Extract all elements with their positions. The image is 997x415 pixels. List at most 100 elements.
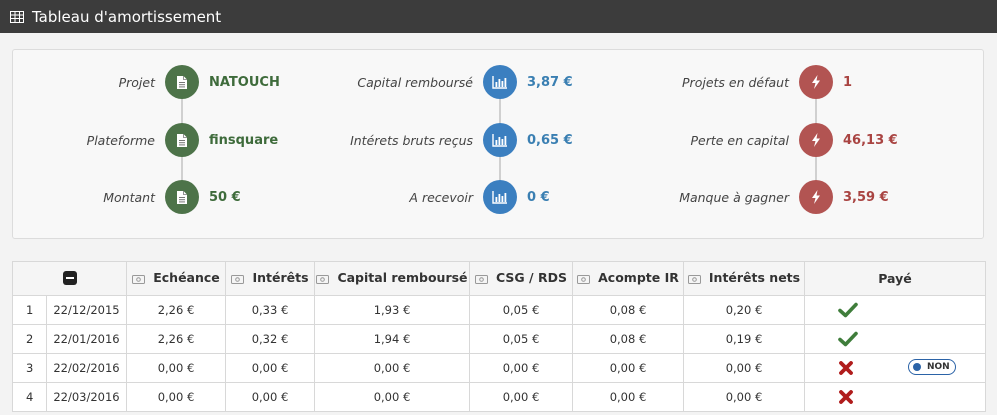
money-icon: [132, 272, 146, 287]
cross-icon: [838, 360, 854, 379]
row-number: 3: [12, 353, 47, 383]
paid-toggle[interactable]: NON: [908, 359, 956, 375]
row-interets: 0,33 €: [225, 295, 315, 325]
row-date: 22/03/2016: [46, 382, 127, 412]
summary-label: Projets en défaut: [682, 75, 789, 90]
page-title: Tableau d'amortissement: [32, 7, 222, 26]
summary-value: 0,65 €: [527, 133, 573, 148]
table-row: 1 22/12/2015 2,26 € 0,33 € 1,93 € 0,05 €…: [12, 295, 986, 325]
table-row: 4 22/03/2016 0,00 € 0,00 € 0,00 € 0,00 €…: [12, 382, 986, 412]
bar-chart-icon: [483, 123, 517, 157]
row-capital: 0,00 €: [314, 353, 470, 383]
check-icon: [838, 302, 858, 321]
summary-value: finsquare: [209, 133, 279, 148]
summary-value: 50 €: [209, 190, 241, 205]
summary-item: Projets en défaut 1: [647, 65, 971, 101]
row-paye: NON: [804, 353, 986, 383]
money-icon: [475, 272, 489, 287]
lightning-icon: [799, 123, 833, 157]
check-icon: [838, 331, 858, 350]
summary-label: Capital remboursé: [357, 75, 473, 90]
row-echeance: 2,26 €: [126, 295, 226, 325]
lightning-icon: [799, 65, 833, 99]
header-acompte[interactable]: Acompte IR: [572, 261, 684, 296]
summary-label: Perte en capital: [690, 133, 790, 148]
summary-label: Plateforme: [86, 133, 155, 148]
header-echeance[interactable]: Echéance: [126, 261, 226, 296]
row-number: 2: [12, 324, 47, 354]
row-csg: 0,05 €: [469, 324, 573, 354]
summary-item: Manque à gagner 3,59 €: [647, 180, 971, 216]
document-icon: [165, 123, 199, 157]
cross-icon: [838, 389, 854, 408]
summary-label: Projet: [118, 75, 155, 90]
row-paye: [804, 295, 986, 325]
row-number: 4: [12, 382, 47, 412]
bar-chart-icon: [483, 180, 517, 214]
row-date: 22/01/2016: [46, 324, 127, 354]
summary-column-capital: Capital remboursé 3,87 € Intérets bruts …: [331, 50, 655, 240]
collapse-header: [12, 261, 127, 296]
summary-item: Perte en capital 46,13 €: [647, 123, 971, 159]
header-nets[interactable]: Intérêts nets: [683, 261, 805, 296]
toggle-label: NON: [927, 362, 950, 372]
summary-value: 3,59 €: [843, 190, 889, 205]
row-paye: [804, 382, 986, 412]
document-icon: [165, 180, 199, 214]
table-row: 2 22/01/2016 2,26 € 0,32 € 1,94 € 0,05 €…: [12, 324, 986, 354]
summary-label: Manque à gagner: [679, 190, 789, 205]
money-icon: [687, 272, 701, 287]
summary-column-default: Projets en défaut 1 Perte en capital 46,…: [647, 50, 971, 240]
row-csg: 0,05 €: [469, 295, 573, 325]
row-capital: 1,93 €: [314, 295, 470, 325]
collapse-icon[interactable]: [62, 271, 77, 285]
lightning-icon: [799, 180, 833, 214]
row-capital: 0,00 €: [314, 382, 470, 412]
title-bar: Tableau d'amortissement: [0, 0, 997, 33]
summary-value: 1: [843, 75, 853, 90]
toggle-knob: [913, 363, 921, 371]
row-interets: 0,00 €: [225, 353, 315, 383]
summary-label: A recevoir: [409, 190, 473, 205]
row-echeance: 2,26 €: [126, 324, 226, 354]
summary-value: 0 €: [527, 190, 550, 205]
summary-item: Capital remboursé 3,87 €: [331, 65, 655, 101]
summary-column-project: Projet NATOUCH Plateforme finsquare Mont…: [13, 50, 337, 240]
summary-panel: Projet NATOUCH Plateforme finsquare Mont…: [12, 49, 984, 239]
summary-item: A recevoir 0 €: [331, 180, 655, 216]
table-icon: [10, 10, 24, 23]
bar-chart-icon: [483, 65, 517, 99]
row-acompte: 0,00 €: [572, 353, 684, 383]
summary-item: Plateforme finsquare: [13, 123, 337, 159]
row-nets: 0,19 €: [683, 324, 805, 354]
row-date: 22/12/2015: [46, 295, 127, 325]
summary-item: Intérets bruts reçus 0,65 €: [331, 123, 655, 159]
summary-item: Projet NATOUCH: [13, 65, 337, 101]
table-row: 3 22/02/2016 0,00 € 0,00 € 0,00 € 0,00 €…: [12, 353, 986, 383]
row-echeance: 0,00 €: [126, 353, 226, 383]
header-capital[interactable]: Capital remboursé: [314, 261, 470, 296]
summary-item: Montant 50 €: [13, 180, 337, 216]
row-interets: 0,32 €: [225, 324, 315, 354]
row-nets: 0,20 €: [683, 295, 805, 325]
summary-label: Intérets bruts reçus: [350, 133, 473, 148]
row-acompte: 0,08 €: [572, 324, 684, 354]
row-nets: 0,00 €: [683, 382, 805, 412]
money-icon: [231, 272, 245, 287]
row-paye: [804, 324, 986, 354]
row-interets: 0,00 €: [225, 382, 315, 412]
row-acompte: 0,00 €: [572, 382, 684, 412]
summary-value: NATOUCH: [209, 75, 280, 90]
row-nets: 0,00 €: [683, 353, 805, 383]
summary-label: Montant: [103, 190, 155, 205]
money-icon: [316, 272, 330, 287]
row-csg: 0,00 €: [469, 353, 573, 383]
summary-value: 3,87 €: [527, 75, 573, 90]
table-header-row: Echéance Intérêts Capital remboursé CSG …: [12, 261, 986, 296]
header-paye[interactable]: Payé: [804, 261, 986, 296]
row-date: 22/02/2016: [46, 353, 127, 383]
header-csg[interactable]: CSG / RDS: [469, 261, 573, 296]
money-icon: [577, 272, 591, 287]
header-interets[interactable]: Intérêts: [225, 261, 315, 296]
row-csg: 0,00 €: [469, 382, 573, 412]
